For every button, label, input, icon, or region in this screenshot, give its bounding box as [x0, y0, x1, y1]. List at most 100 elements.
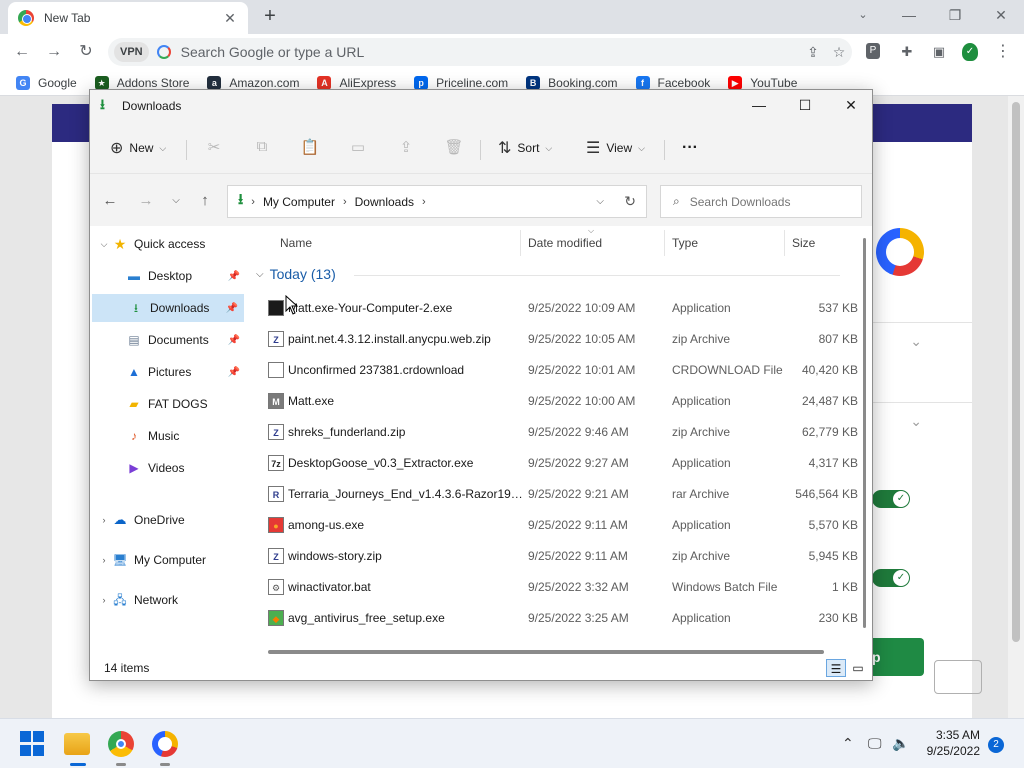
- clock[interactable]: 3:35 AM 9/25/2022: [927, 727, 980, 759]
- new-tab-button[interactable]: +: [258, 4, 282, 28]
- file-row[interactable]: Zpaint.net.4.3.12.install.anycpu.web.zip…: [250, 323, 860, 354]
- shield-extension-icon[interactable]: ✓: [962, 43, 978, 61]
- tray-chevron-up-icon[interactable]: ⌃: [842, 735, 854, 752]
- page-toggle[interactable]: [872, 569, 910, 587]
- up-arrow-icon[interactable]: ↑: [195, 191, 215, 211]
- view-button[interactable]: ☰ View ⌵: [586, 136, 645, 160]
- nav-network[interactable]: › 🖧 Network: [90, 586, 246, 614]
- file-row[interactable]: ● among-us.exe 9/25/2022 9:11 AM Applicatio…: [250, 509, 860, 540]
- page-row[interactable]: ⌄: [872, 322, 972, 362]
- file-row[interactable]: Zshreks_funderland.zip 9/25/2022 9:46 AM z…: [250, 416, 860, 447]
- bookmark-item[interactable]: f Facebook: [635, 75, 710, 90]
- extensions-puzzle-icon[interactable]: ✚: [898, 43, 916, 61]
- page-row[interactable]: ⌄: [872, 402, 972, 442]
- breadcrumb-chevron-icon[interactable]: ›: [422, 196, 426, 208]
- tab-search-icon[interactable]: ⌄: [840, 0, 886, 30]
- bookmark-item[interactable]: B Booking.com: [526, 75, 618, 90]
- rename-icon[interactable]: ▭: [348, 138, 368, 158]
- file-explorer-icon[interactable]: [64, 733, 90, 755]
- omnibox[interactable]: VPN Search Google or type a URL ⇪ ☆: [108, 38, 852, 66]
- column-header-name[interactable]: Name: [280, 236, 312, 250]
- bookmark-item[interactable]: a Amazon.com: [207, 75, 299, 90]
- breadcrumb-downloads[interactable]: Downloads: [355, 195, 414, 209]
- side-panel-icon[interactable]: ▣: [930, 43, 948, 61]
- breadcrumb-chevron-icon[interactable]: ›: [343, 196, 347, 208]
- page-outline-box[interactable]: [934, 660, 982, 694]
- horizontal-scrollbar[interactable]: [268, 650, 824, 654]
- new-button[interactable]: ⊕ New ⌵: [110, 136, 166, 160]
- column-header-type[interactable]: Type: [672, 236, 698, 250]
- column-header-size[interactable]: Size: [792, 236, 815, 250]
- group-header-today[interactable]: ⌵ Today (13): [256, 266, 336, 282]
- pin-icon[interactable]: 📌: [228, 335, 240, 346]
- nav-item-fat-dogs[interactable]: ▰ FAT DOGS: [90, 390, 246, 418]
- network-tray-icon[interactable]: 🖵: [868, 735, 882, 752]
- file-row[interactable]: Zwindows-story.zip 9/25/2022 9:11 AM zip A…: [250, 540, 860, 571]
- start-windows-icon[interactable]: [20, 731, 46, 757]
- nav-item-desktop[interactable]: ▬ Desktop 📌: [90, 262, 246, 290]
- pin-icon[interactable]: 📌: [226, 303, 238, 314]
- address-bar[interactable]: ⭳ › My Computer › Downloads › ⌵ ↻: [227, 185, 647, 218]
- omnibox-placeholder[interactable]: Search Google or type a URL: [181, 44, 800, 60]
- details-view-icon[interactable]: ☰: [826, 659, 846, 677]
- tiles-view-icon[interactable]: ▭: [848, 659, 868, 677]
- bookmark-star-icon[interactable]: ☆: [826, 44, 852, 61]
- avast-browser-icon[interactable]: [152, 731, 178, 757]
- file-row[interactable]: M Matt.exe 9/25/2022 10:00 AM Application 24…: [250, 385, 860, 416]
- reload-icon[interactable]: ↻: [74, 40, 98, 64]
- chrome-icon[interactable]: [108, 731, 134, 757]
- breadcrumb-my-computer[interactable]: My Computer: [263, 195, 335, 209]
- chevron-down-icon[interactable]: ⌵: [96, 239, 112, 250]
- nav-quick-access[interactable]: ⌵ ★ Quick access: [90, 230, 246, 258]
- volume-icon[interactable]: 🔈: [892, 735, 909, 752]
- share-icon[interactable]: ⇪: [396, 138, 416, 158]
- paste-icon[interactable]: 📋: [300, 138, 320, 158]
- back-arrow-icon[interactable]: ←: [10, 40, 34, 64]
- extension-p-icon[interactable]: P: [866, 43, 880, 59]
- delete-icon[interactable]: 🗑: [444, 138, 464, 158]
- nav-item-videos[interactable]: ▶ Videos: [90, 454, 246, 482]
- bookmark-item[interactable]: G Google: [16, 75, 77, 90]
- browser-tab[interactable]: New Tab ✕: [8, 2, 248, 34]
- chevron-right-icon[interactable]: ›: [96, 555, 112, 565]
- nav-item-documents[interactable]: ▤ Documents 📌: [90, 326, 246, 354]
- explorer-titlebar[interactable]: ⭳ Downloads — ☐ ✕: [90, 90, 872, 122]
- close-window-icon[interactable]: ✕: [978, 0, 1024, 30]
- nav-item-pictures[interactable]: ▲ Pictures 📌: [90, 358, 246, 386]
- bookmark-item[interactable]: p Priceline.com: [414, 75, 508, 90]
- menu-kebab-icon[interactable]: ⋮: [994, 43, 1012, 61]
- file-row[interactable]: ⚙ winactivator.bat 9/25/2022 3:32 AM Window…: [250, 571, 860, 602]
- search-input[interactable]: [689, 194, 840, 209]
- more-options-button[interactable]: ···: [682, 136, 698, 160]
- file-row[interactable]: Unconfirmed 237381.crdownload 9/25/2022 1…: [250, 354, 860, 385]
- breadcrumb-chevron-icon[interactable]: ›: [251, 196, 255, 208]
- minimize-icon[interactable]: —: [886, 0, 932, 30]
- pin-icon[interactable]: 📌: [228, 367, 240, 378]
- pin-icon[interactable]: 📌: [228, 271, 240, 282]
- maximize-icon[interactable]: ☐: [782, 90, 828, 120]
- bookmark-item[interactable]: ★ Addons Store: [94, 75, 189, 90]
- refresh-icon[interactable]: ↻: [624, 193, 636, 210]
- share-icon[interactable]: ⇪: [800, 44, 826, 61]
- cut-icon[interactable]: ✂: [204, 138, 224, 158]
- search-box[interactable]: ⌕: [660, 185, 862, 218]
- tab-close-icon[interactable]: ✕: [222, 10, 238, 27]
- page-scrollbar[interactable]: [1008, 96, 1024, 718]
- address-dropdown-icon[interactable]: ⌵: [596, 196, 604, 207]
- forward-arrow-icon[interactable]: →: [136, 191, 156, 211]
- file-row[interactable]: Matt.exe-Your-Computer-2.exe 9/25/2022 10…: [250, 292, 860, 323]
- file-row[interactable]: 7z DesktopGoose_v0.3_Extractor.exe 9/25/20…: [250, 447, 860, 478]
- chevron-right-icon[interactable]: ›: [96, 595, 112, 605]
- nav-onedrive[interactable]: › ☁ OneDrive: [90, 506, 246, 534]
- bookmark-item[interactable]: ▶ YouTube: [728, 75, 797, 90]
- nav-item-downloads[interactable]: ⭳ Downloads 📌: [92, 294, 244, 322]
- forward-arrow-icon[interactable]: →: [42, 40, 66, 64]
- nav-my-computer[interactable]: › 🖥 My Computer: [90, 546, 246, 574]
- notification-badge[interactable]: 2: [988, 737, 1004, 753]
- file-row[interactable]: ◆ avg_antivirus_free_setup.exe 9/25/2022 3…: [250, 602, 860, 633]
- restore-icon[interactable]: ❐: [932, 0, 978, 30]
- close-window-icon[interactable]: ✕: [828, 90, 874, 120]
- column-header-date[interactable]: Date modified: [528, 236, 602, 250]
- page-toggle[interactable]: [872, 490, 910, 508]
- vertical-scrollbar[interactable]: [862, 238, 868, 644]
